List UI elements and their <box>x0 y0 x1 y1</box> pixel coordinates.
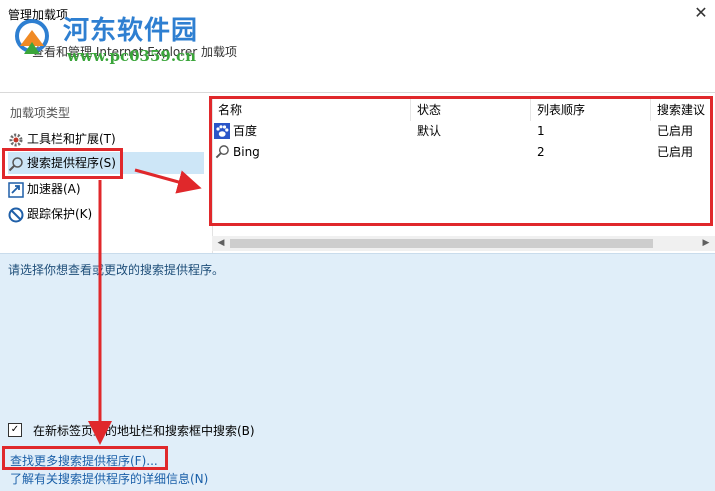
checkbox-label: 在新标签页上的地址栏和搜索框中搜索(B) <box>33 424 255 438</box>
sidebar-item-label: 工具栏和扩展(T) <box>27 132 116 146</box>
search-in-new-tab-checkbox[interactable]: ✓ <box>8 423 22 437</box>
watermark-logo-icon <box>15 19 49 54</box>
scroll-left-arrow-icon[interactable]: ◀ <box>214 236 228 251</box>
annotation-box-search-providers <box>2 148 123 179</box>
sidebar-item-accelerators[interactable]: 加速器(A) <box>8 178 81 200</box>
sidebar-item-label: 跟踪保护(K) <box>27 207 93 221</box>
sidebar-item-tracking-protection[interactable]: 跟踪保护(K) <box>8 203 92 225</box>
learn-more-link[interactable]: 了解有关搜索提供程序的详细信息(N) <box>10 470 208 487</box>
annotation-box-find-more <box>2 446 168 470</box>
accelerator-icon <box>8 181 24 198</box>
close-icon[interactable]: ✕ <box>690 2 712 24</box>
addon-types-heading: 加载项类型 <box>10 106 71 120</box>
watermark-name: 河东软件园 <box>63 16 199 46</box>
scrollbar-thumb[interactable] <box>230 239 653 248</box>
sidebar-item-toolbars[interactable]: 工具栏和扩展(T) <box>8 128 116 150</box>
no-tracking-icon <box>8 207 24 222</box>
scroll-right-arrow-icon[interactable]: ▶ <box>699 236 713 251</box>
watermark-url: www.pc0359.cn <box>67 47 197 65</box>
details-pane <box>0 253 715 449</box>
gear-icon <box>9 133 23 146</box>
sidebar-item-label: 加速器(A) <box>27 182 81 196</box>
header-divider <box>0 92 715 93</box>
details-prompt: 请选择你想查看或更改的搜索提供程序。 <box>8 263 225 277</box>
annotation-box-provider-list <box>209 96 713 226</box>
